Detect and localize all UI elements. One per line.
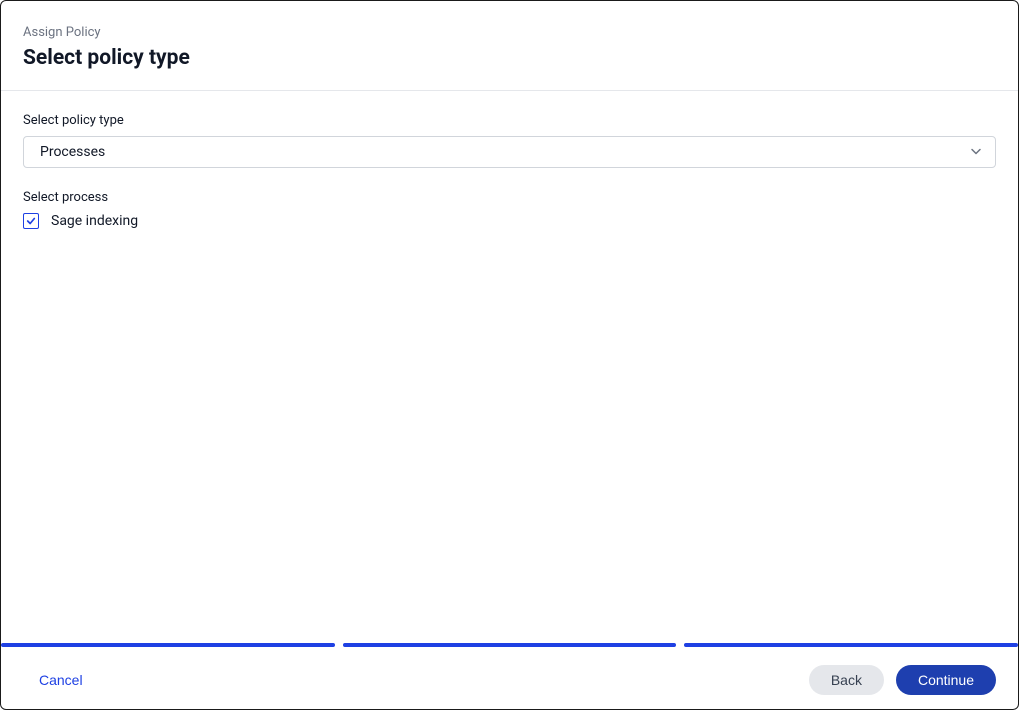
policy-type-label: Select policy type (23, 113, 996, 128)
progress-bar (1, 643, 1018, 647)
process-checkbox[interactable] (23, 213, 39, 229)
continue-button[interactable]: Continue (896, 665, 996, 695)
assign-policy-modal: Assign Policy Select policy type Select … (0, 0, 1019, 710)
process-option-row: Sage indexing (23, 213, 996, 229)
progress-segment-2 (343, 643, 677, 647)
process-option-label: Sage indexing (51, 213, 138, 229)
page-title: Select policy type (23, 46, 996, 70)
process-label: Select process (23, 190, 996, 205)
policy-type-value: Processes (40, 144, 105, 160)
modal-header: Assign Policy Select policy type (1, 1, 1018, 91)
policy-type-select[interactable]: Processes (23, 136, 996, 168)
policy-type-select-wrapper: Processes (23, 136, 996, 168)
cancel-button[interactable]: Cancel (39, 672, 83, 688)
progress-segment-3 (684, 643, 1018, 647)
breadcrumb: Assign Policy (23, 25, 996, 40)
modal-footer: Cancel Back Continue (1, 651, 1018, 709)
footer-actions: Back Continue (809, 665, 996, 695)
modal-content: Select policy type Processes Select proc… (1, 91, 1018, 709)
back-button[interactable]: Back (809, 665, 884, 695)
progress-segment-1 (1, 643, 335, 647)
